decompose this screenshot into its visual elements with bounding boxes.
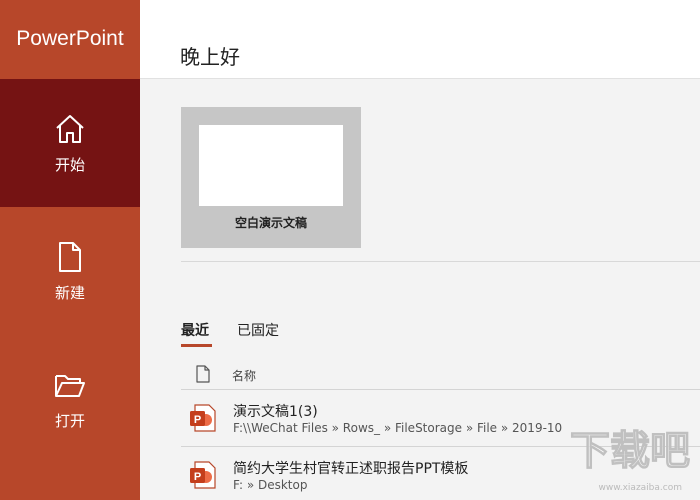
column-name-header[interactable]: 名称: [232, 367, 256, 384]
sidebar-item-label: 开始: [54, 155, 85, 174]
file-name: 演示文稿1(3): [233, 404, 318, 420]
sidebar-item-label: 新建: [54, 283, 85, 302]
sidebar-item-open[interactable]: 打开: [0, 335, 140, 463]
home-icon: [53, 112, 87, 146]
active-tab-indicator: [181, 344, 212, 347]
sidebar-item-label: 打开: [54, 411, 85, 430]
greeting-bar: 晚上好: [140, 0, 700, 79]
watermark-text: 下载吧: [570, 428, 690, 474]
powerpoint-file-icon: P: [189, 403, 217, 433]
new-document-icon: [53, 240, 87, 274]
section-divider: [181, 261, 700, 262]
greeting-text: 晚上好: [180, 45, 240, 69]
sidebar: PowerPoint 开始 新建 打开: [0, 0, 140, 500]
open-folder-icon: [53, 368, 87, 402]
powerpoint-file-icon: P: [189, 460, 217, 490]
file-path: F: » Desktop: [233, 478, 308, 492]
watermark: 下载吧 www.xiazaiba.com: [552, 414, 692, 494]
file-path: F:\\WeChat Files » Rows_ » FileStorage »…: [233, 421, 563, 435]
file-icon: [196, 365, 210, 387]
tab-pinned[interactable]: 已固定: [237, 320, 279, 340]
svg-text:P: P: [194, 414, 201, 426]
template-thumbnail: [199, 125, 343, 206]
blank-presentation-template[interactable]: 空白演示文稿: [181, 107, 361, 248]
file-name: 简约大学生村官转正述职报告PPT模板: [233, 461, 469, 477]
watermark-site: www.xiazaiba.com: [598, 483, 682, 493]
app-title: PowerPoint: [16, 27, 124, 50]
file-list-header: 名称: [181, 360, 700, 390]
template-label: 空白演示文稿: [234, 216, 307, 230]
tab-recent[interactable]: 最近: [181, 320, 209, 340]
svg-text:P: P: [194, 471, 201, 483]
sidebar-item-new[interactable]: 新建: [0, 207, 140, 335]
sidebar-item-home[interactable]: 开始: [0, 79, 140, 207]
